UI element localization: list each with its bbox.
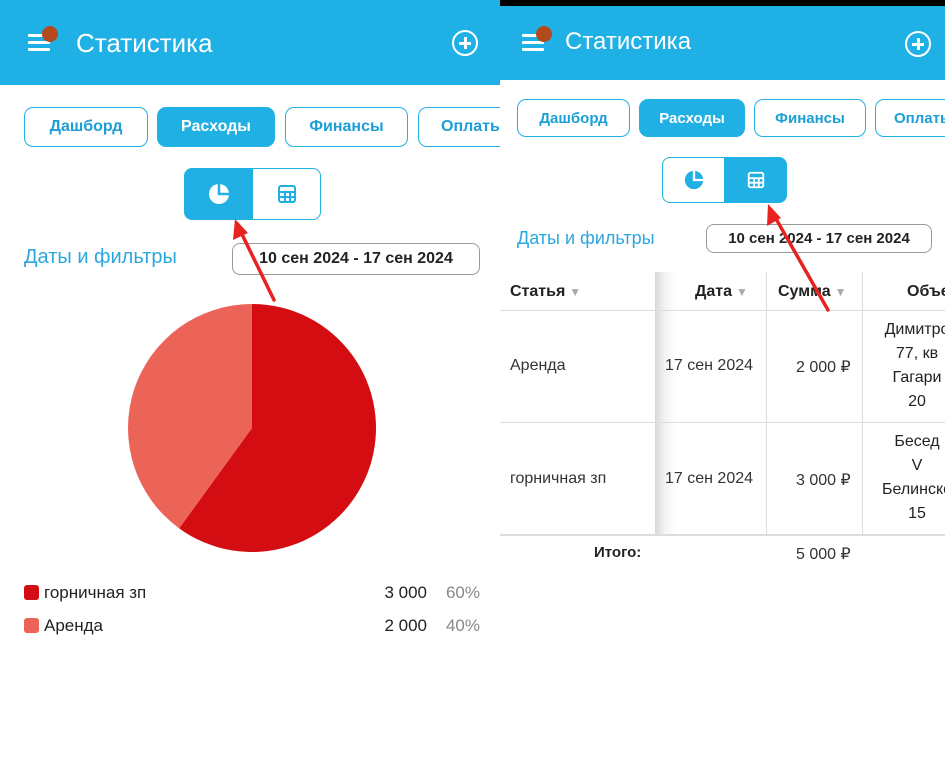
statistics-table-screen: Статистика Дашборд Расходы Финансы Оплат… bbox=[500, 0, 945, 769]
statistics-chart-screen: Статистика Дашборд Расходы Финансы Оплат… bbox=[0, 0, 500, 769]
annotation-arrow bbox=[233, 219, 276, 302]
annotation-arrow bbox=[767, 204, 830, 312]
